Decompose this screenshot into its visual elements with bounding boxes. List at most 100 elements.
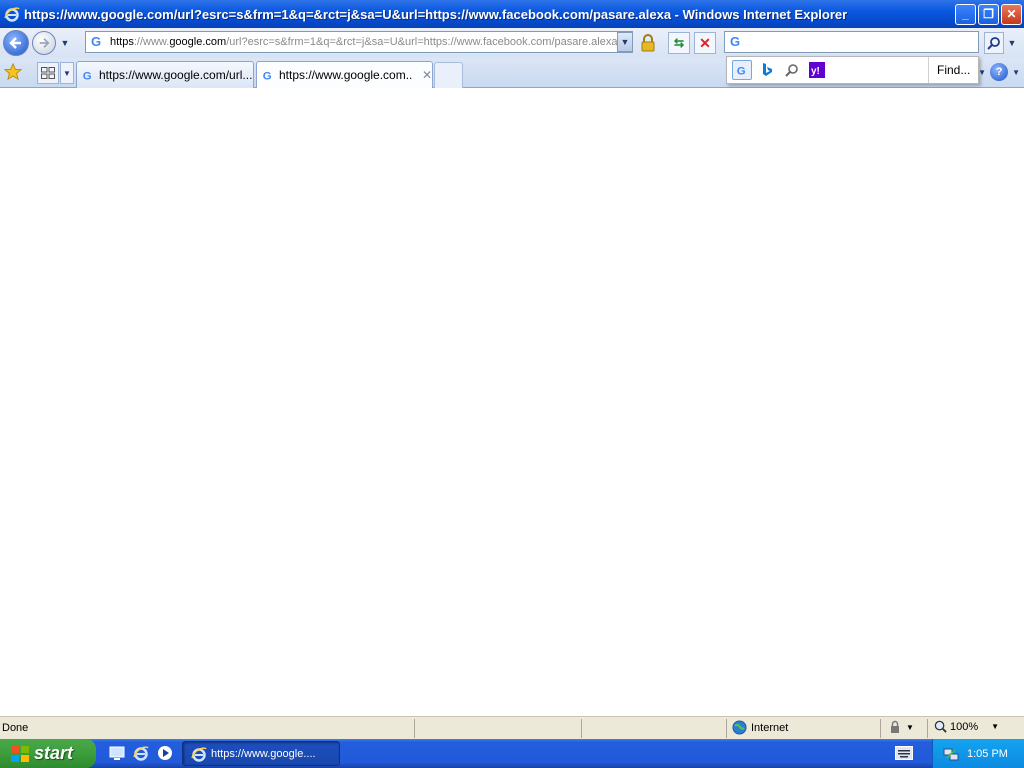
yahoo-icon: y! [809, 62, 825, 78]
quick-launch-desktop[interactable] [108, 744, 126, 762]
help-icon: ? [995, 66, 1003, 78]
status-text: Done [2, 722, 29, 734]
chevron-down-icon: ▼ [1007, 38, 1017, 48]
forward-button[interactable] [32, 31, 56, 55]
new-tab-button[interactable] [434, 62, 463, 88]
svg-text:G: G [83, 70, 92, 82]
search-options-dropdown[interactable]: ▼ [1005, 32, 1019, 54]
back-arrow-icon [9, 37, 21, 49]
back-button[interactable] [3, 30, 29, 56]
tab-google-1[interactable]: G https://www.google.com/url... [76, 61, 254, 88]
tab-list-dropdown[interactable]: ▼ [60, 62, 74, 84]
protected-mode-button[interactable]: ▼ [888, 720, 914, 734]
chevron-down-icon: ▼ [63, 68, 71, 78]
close-icon: ✕ [1006, 7, 1017, 21]
stop-icon: ✕ [699, 34, 711, 51]
quick-launch-ie[interactable] [132, 744, 150, 762]
google-search-provider-icon: G [728, 33, 746, 51]
taskbar-ie-window[interactable]: https://www.google.... [182, 741, 340, 766]
ie-icon [191, 746, 207, 762]
minimize-button[interactable]: _ [955, 3, 976, 25]
search-box[interactable]: G [724, 31, 979, 53]
provider-yahoo[interactable]: y! [807, 60, 827, 80]
search-provider-popup: G y! Find... [726, 56, 979, 84]
refresh-icon: ⇆ [673, 36, 685, 50]
system-tray: 1:05 PM [932, 739, 1024, 768]
zoom-level: 100% [950, 720, 979, 733]
svg-text:y!: y! [811, 66, 820, 77]
zoom-icon [934, 720, 947, 733]
start-label: start [34, 743, 74, 763]
google-icon: G [737, 65, 746, 77]
forward-arrow-icon [39, 38, 50, 48]
address-url: https://www.google.com/url?esrc=s&frm=1&… [110, 36, 617, 48]
close-tab-icon[interactable]: ✕ [422, 68, 432, 82]
provider-bing[interactable] [757, 60, 777, 80]
status-bar: Done Internet ▼ 100% ▼ [0, 716, 1024, 739]
status-divider [414, 719, 415, 738]
tab-google-2[interactable]: G https://www.google.com... ✕ [256, 61, 433, 88]
quick-launch [108, 744, 174, 762]
globe-icon [732, 720, 747, 735]
title-bar[interactable]: https://www.google.com/url?esrc=s&frm=1&… [0, 0, 1024, 28]
start-button[interactable]: start [0, 739, 96, 768]
help-button[interactable]: ? [990, 63, 1009, 81]
favorites-button[interactable] [3, 62, 24, 83]
windows-flag-icon [11, 745, 29, 762]
provider-search[interactable] [782, 60, 802, 80]
url-prefix: ://www. [133, 36, 170, 48]
provider-google[interactable]: G [732, 60, 752, 80]
tools-dropdown[interactable]: ▼ [978, 68, 986, 77]
security-lock-button[interactable] [637, 33, 659, 53]
status-divider [927, 719, 928, 738]
network-icon[interactable] [943, 746, 959, 762]
chevron-down-icon: ▼ [991, 722, 1000, 731]
shield-lock-icon [891, 720, 899, 733]
star-icon [3, 62, 23, 81]
chevron-down-icon: ▼ [620, 37, 630, 47]
stop-button[interactable]: ✕ [694, 32, 716, 54]
restore-icon: ❐ [983, 7, 994, 21]
lock-icon [641, 34, 655, 52]
chevron-down-icon: ▼ [60, 38, 70, 48]
find-button[interactable]: Find... [928, 57, 979, 83]
restore-button[interactable]: ❐ [978, 3, 999, 25]
address-bar[interactable]: G https://www.google.com/url?esrc=s&frm=… [85, 31, 633, 53]
keyboard-language-icon[interactable] [895, 746, 913, 760]
zoom-control[interactable]: 100% ▼ [934, 720, 999, 733]
status-divider [880, 719, 881, 738]
navigation-bar: ▼ G https://www.google.com/url?esrc=s&fr… [0, 28, 1024, 58]
clock[interactable]: 1:05 PM [967, 748, 1008, 760]
help-dropdown[interactable]: ▼ [1012, 68, 1020, 77]
search-icon [987, 37, 1000, 50]
recent-pages-dropdown[interactable]: ▼ [58, 38, 72, 48]
task-label: https://www.google.... [211, 747, 316, 760]
url-domain: google.com [169, 36, 227, 48]
svg-text:G: G [263, 70, 272, 82]
media-player-icon [158, 746, 172, 760]
search-icon [785, 64, 798, 77]
tab-label: https://www.google.com... [279, 68, 412, 82]
url-rest: /url?esrc=s&frm=1&q=&rct=j&sa=U&url=http… [226, 36, 618, 48]
svg-text:G: G [91, 34, 101, 49]
ie-icon [4, 6, 20, 22]
status-divider [581, 719, 582, 738]
address-dropdown-button[interactable]: ▼ [617, 32, 633, 52]
chevron-down-icon: ▼ [906, 722, 914, 732]
google-favicon-icon: G [81, 68, 95, 82]
search-go-button[interactable] [984, 32, 1004, 54]
window-title: https://www.google.com/url?esrc=s&frm=1&… [24, 6, 848, 22]
tab-label: https://www.google.com/url... [99, 68, 253, 82]
quick-launch-media[interactable] [156, 744, 174, 762]
security-zone[interactable]: Internet [732, 720, 788, 735]
ie-icon [133, 746, 149, 761]
refresh-button[interactable]: ⇆ [668, 32, 690, 54]
quick-tabs-button[interactable] [37, 62, 59, 84]
quick-tabs-icon [41, 67, 55, 79]
close-button[interactable]: ✕ [1001, 3, 1022, 25]
minimize-icon: _ [962, 7, 969, 21]
page-content[interactable] [0, 88, 1024, 716]
url-scheme: https [110, 36, 134, 48]
google-favicon-icon: G [89, 33, 107, 51]
search-input[interactable] [750, 36, 978, 48]
